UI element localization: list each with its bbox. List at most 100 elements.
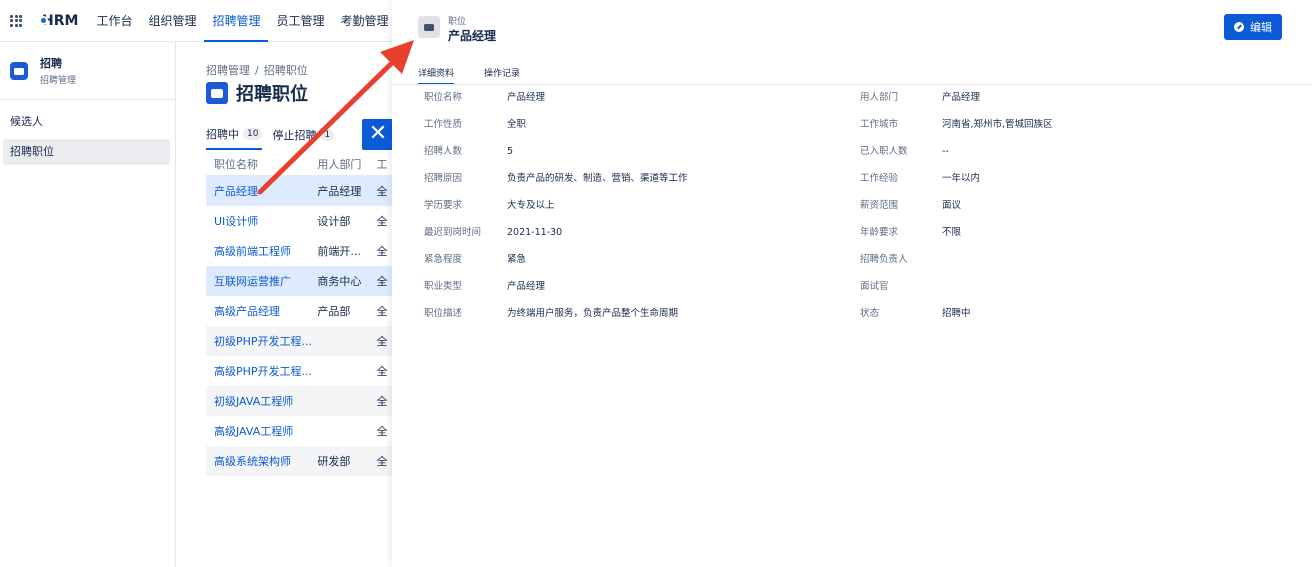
- position-name-link[interactable]: 产品经理: [206, 183, 317, 199]
- position-name-link[interactable]: 高级前端工程师: [206, 243, 317, 259]
- table-row[interactable]: 高级JAVA工程师 全: [206, 416, 392, 446]
- column-header[interactable]: 用人部门: [317, 156, 376, 172]
- position-name-link[interactable]: 高级PHP开发工程...: [206, 363, 317, 379]
- field-row: 工作性质 全职 工作城市 河南省,郑州市,管城回族区: [424, 116, 1304, 143]
- position-name-link[interactable]: UI设计师: [206, 213, 317, 229]
- field-value: 招聘中: [942, 308, 971, 319]
- field-label: 工作经验: [860, 173, 899, 184]
- position-detail-panel: 职位 产品经理 编辑 详细资料 操作记录 职位名称 产品经理 用人部门 产品经理 工作…: [392, 0, 1312, 567]
- field-label: 最迟到岗时间: [424, 227, 482, 238]
- divider: [392, 84, 1312, 85]
- department-cell: 产品经理: [317, 185, 362, 198]
- panel-entity-label: 职位: [448, 17, 467, 27]
- position-name-link[interactable]: 高级JAVA工程师: [206, 423, 317, 439]
- table-row[interactable]: 高级系统架构师 研发部 全: [206, 446, 392, 476]
- field-label: 紧急程度: [424, 254, 463, 265]
- department-cell: 商务中心: [317, 275, 362, 288]
- type-cell: 全: [376, 425, 388, 438]
- field-label: 已入职人数: [860, 146, 908, 157]
- sidebar-subtitle: 招聘管理: [40, 76, 77, 86]
- page-header: 招聘职位: [206, 80, 308, 106]
- sidebar-item-candidates[interactable]: 候选人: [3, 109, 170, 135]
- tab-details[interactable]: 详细资料: [418, 66, 455, 85]
- position-name-link[interactable]: 高级系统架构师: [206, 453, 317, 469]
- detail-fields: 职位名称 产品经理 用人部门 产品经理 工作性质 全职 工作城市 河南省,郑州市,管城回族区…: [424, 89, 1304, 332]
- app-switcher-icon[interactable]: [10, 14, 22, 27]
- nav-item-attendance[interactable]: 考勤管理: [333, 0, 397, 42]
- table-row[interactable]: 高级产品经理 产品部 全: [206, 296, 392, 326]
- field-value: 面议: [942, 200, 962, 211]
- table-row[interactable]: 初级JAVA工程师 全: [206, 386, 392, 416]
- department-cell: 研发部: [317, 455, 351, 468]
- page-title: 招聘职位: [236, 84, 308, 105]
- field-value: 大专及以上: [507, 200, 555, 211]
- main-content: 招聘管理 / 招聘职位 招聘职位 招聘中 10 停止招聘 1 ✕ 职位名称 用人部门 工…: [176, 42, 392, 567]
- field-row: 招聘人数 5 已入职人数 --: [424, 143, 1304, 170]
- field-label: 状态: [860, 308, 880, 319]
- field-label: 学历要求: [424, 200, 463, 211]
- table-row[interactable]: 初级PHP开发工程... 全: [206, 326, 392, 356]
- field-value: 2021-11-30: [507, 227, 563, 238]
- field-label: 职位名称: [424, 92, 463, 103]
- field-value: 一年以内: [942, 173, 981, 184]
- position-name-link[interactable]: 初级JAVA工程师: [206, 393, 317, 409]
- column-header[interactable]: 职位名称: [206, 156, 317, 172]
- field-label: 工作性质: [424, 119, 463, 130]
- breadcrumb: 招聘管理 / 招聘职位: [206, 64, 308, 77]
- department-cell: 前端开...: [317, 245, 361, 258]
- positions-table: 职位名称 用人部门 工 产品经理 产品经理全 UI设计师 设计部全 高级前端工程师前…: [206, 152, 392, 476]
- table-row[interactable]: 高级前端工程师 前端开... 全: [206, 236, 392, 266]
- panel-title: 产品经理: [448, 29, 497, 43]
- briefcase-icon: [418, 16, 440, 38]
- nav-item-workbench[interactable]: 工作台: [88, 0, 140, 42]
- close-panel-button[interactable]: ✕: [362, 119, 392, 150]
- table-row[interactable]: 高级PHP开发工程... 全: [206, 356, 392, 386]
- position-name-link[interactable]: 高级产品经理: [206, 303, 317, 319]
- breadcrumb-item[interactable]: 招聘职位: [264, 64, 308, 77]
- table-row[interactable]: 互联网运营推广 商务中心 全: [206, 266, 392, 296]
- briefcase-icon: [10, 61, 28, 80]
- field-value: 河南省,郑州市,管城回族区: [942, 119, 1053, 130]
- type-cell: 全: [376, 185, 388, 198]
- field-value: 产品经理: [507, 92, 546, 103]
- table-row[interactable]: 产品经理 产品经理 全: [206, 176, 392, 206]
- nav-item-org[interactable]: 组织管理: [140, 0, 204, 42]
- edit-button[interactable]: 编辑: [1224, 14, 1282, 40]
- column-header[interactable]: 工: [376, 156, 392, 172]
- sidebar-header: 招聘 招聘管理: [0, 42, 175, 100]
- sidebar-item-positions[interactable]: 招聘职位: [3, 139, 170, 165]
- field-value: 产品经理: [507, 281, 546, 292]
- field-value: 负责产品的研发、制造、营销、渠道等工作: [507, 173, 688, 184]
- type-cell: 全: [376, 395, 388, 408]
- field-label: 招聘负责人: [860, 254, 908, 265]
- tab-stopped[interactable]: 停止招聘 1: [272, 126, 335, 150]
- tab-recruiting[interactable]: 招聘中 10: [206, 126, 263, 150]
- nav-items: 工作台 组织管理 招聘管理 员工管理 考勤管理: [88, 0, 396, 42]
- field-row: 紧急程度 紧急 招聘负责人: [424, 251, 1304, 278]
- type-cell: 全: [376, 365, 388, 378]
- breadcrumb-item[interactable]: 招聘管理: [206, 64, 250, 77]
- field-label: 用人部门: [860, 92, 899, 103]
- sidebar-title: 招聘: [40, 57, 62, 70]
- type-cell: 全: [376, 455, 388, 468]
- position-name-link[interactable]: 互联网运营推广: [206, 273, 317, 289]
- field-value: 产品经理: [942, 92, 981, 103]
- top-navigation: HRM 工作台 组织管理 招聘管理 员工管理 考勤管理: [0, 0, 392, 42]
- edit-icon: [1234, 22, 1244, 32]
- position-name-link[interactable]: 初级PHP开发工程...: [206, 333, 317, 349]
- tab-history[interactable]: 操作记录: [484, 66, 520, 85]
- panel-tabs: 详细资料 操作记录: [418, 66, 550, 85]
- app-root: HRM 工作台 组织管理 招聘管理 员工管理 考勤管理 招聘 招聘管理 候选人 …: [0, 0, 1312, 567]
- field-label: 职位描述: [424, 308, 463, 319]
- field-row: 学历要求 大专及以上 薪资范围 面议: [424, 197, 1304, 224]
- nav-item-recruitment[interactable]: 招聘管理: [204, 0, 269, 42]
- field-row: 职位描述 为终端用户服务，负责产品整个生命周期 状态 招聘中: [424, 305, 1304, 332]
- field-row: 职业类型 产品经理 面试官: [424, 278, 1304, 305]
- field-value: 5: [507, 146, 514, 157]
- nav-item-employee[interactable]: 员工管理: [268, 0, 332, 42]
- table-row[interactable]: UI设计师 设计部 全: [206, 206, 392, 236]
- department-cell: 设计部: [317, 215, 351, 228]
- field-label: 招聘原因: [424, 173, 463, 184]
- field-value: --: [942, 146, 949, 157]
- count-badge: 10: [243, 128, 263, 140]
